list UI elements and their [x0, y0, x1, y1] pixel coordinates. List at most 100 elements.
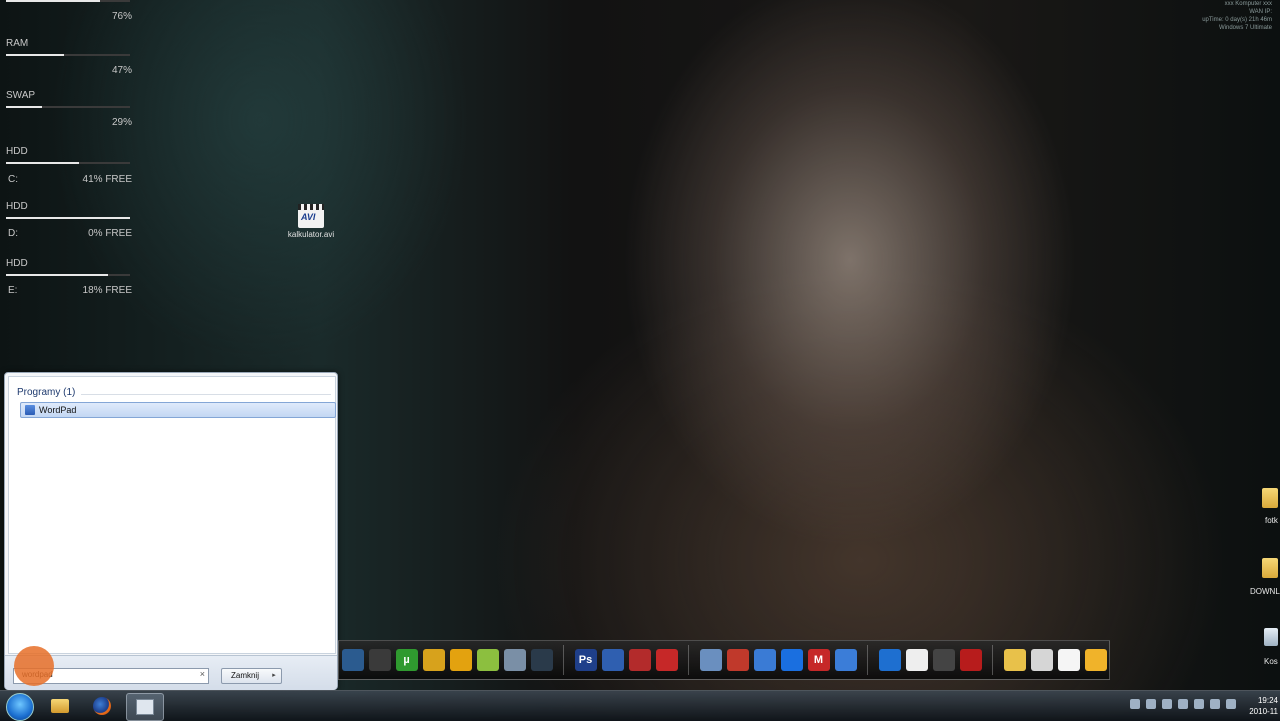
- launcher-icon[interactable]: [1084, 649, 1107, 671]
- word-icon[interactable]: [601, 649, 624, 671]
- system-tray: [1130, 699, 1236, 709]
- shutdown-button[interactable]: Zamknij: [221, 668, 269, 684]
- active-window-taskbar-button[interactable]: [126, 693, 164, 721]
- desktop-icon-label: kalkulator.avi: [287, 230, 335, 239]
- tray-app-icon[interactable]: [1178, 699, 1188, 709]
- start-menu: Programy (1) WordPad wordpad × Zamknij ▸: [4, 372, 338, 690]
- tray-display-icon[interactable]: [1210, 699, 1220, 709]
- top-usage-fill: [6, 0, 101, 2]
- hdd-c-fill: [6, 162, 80, 164]
- search-result-label: WordPad: [39, 405, 77, 415]
- network-icon[interactable]: [932, 649, 955, 671]
- hdd-d-fill: [6, 217, 130, 219]
- sysinfo-line-3: upTime: 0 day(s) 21h 46m: [1202, 17, 1272, 23]
- outlook-icon[interactable]: [628, 649, 651, 671]
- hdd-d-value: 0% FREE: [88, 228, 132, 239]
- hdd-d-drive: D:: [8, 228, 18, 239]
- swap-label: SWAP: [6, 90, 36, 101]
- tools-icon[interactable]: [699, 649, 722, 671]
- hdd-e-label: HDD: [6, 258, 28, 269]
- dock-separator: [688, 645, 689, 675]
- steam-icon[interactable]: [341, 649, 364, 671]
- cursor-highlight: [14, 646, 54, 686]
- hdd-d-bar: [6, 217, 130, 219]
- hdd-e-bar: [6, 274, 130, 276]
- video-file-icon: AVI: [298, 204, 324, 228]
- desktop-icon-fotk-label: fotk: [1265, 516, 1278, 525]
- folder-icon[interactable]: [1262, 488, 1278, 508]
- game-icon[interactable]: [530, 649, 553, 671]
- results-section-header: Programy (1): [17, 387, 76, 398]
- sysinfo-line-2: WAN IP:: [1249, 9, 1272, 15]
- clock-date: 2010-11: [1249, 707, 1278, 716]
- sysinfo-line-4: Windows 7 Ultimate: [1218, 25, 1272, 31]
- avi-badge: AVI: [301, 212, 316, 222]
- notepad-icon[interactable]: [1057, 649, 1080, 671]
- system-info-gadget: xxx Komputer xxx WAN IP: upTime: 0 day(s…: [1202, 0, 1272, 32]
- clear-search-icon[interactable]: ×: [200, 669, 205, 679]
- swap-bar: [6, 106, 130, 108]
- tray-network-icon[interactable]: [1146, 699, 1156, 709]
- recycle-bin-icon[interactable]: [1264, 628, 1278, 646]
- hdd-c-value: 41% FREE: [82, 174, 132, 185]
- hdd-d-label: HDD: [6, 201, 28, 212]
- volume-icon[interactable]: [1226, 699, 1236, 709]
- notepadpp-icon[interactable]: [476, 649, 499, 671]
- aimp-icon[interactable]: [449, 649, 472, 671]
- photoshop-icon[interactable]: Ps: [574, 649, 597, 671]
- taskbar: 19:24 2010-11: [0, 690, 1280, 721]
- hdd-e-value: 18% FREE: [82, 285, 132, 296]
- internet-icon[interactable]: [834, 649, 857, 671]
- top-usage-value: 76%: [111, 11, 132, 22]
- malwarebytes-icon[interactable]: M: [807, 649, 830, 671]
- tray-arrow-icon[interactable]: [1130, 699, 1140, 709]
- explorer-taskbar-button[interactable]: [42, 693, 78, 719]
- swap-fill: [6, 106, 42, 108]
- top-usage-bar: [6, 0, 130, 2]
- folder-icon[interactable]: [1262, 558, 1278, 578]
- hdd-c-bar: [6, 162, 130, 164]
- firefox-taskbar-button[interactable]: [84, 693, 120, 719]
- ram-fill: [6, 54, 65, 56]
- dock-separator: [992, 645, 993, 675]
- tray-app-icon[interactable]: [1162, 699, 1172, 709]
- tray-app-icon[interactable]: [1194, 699, 1204, 709]
- search-result-wordpad[interactable]: WordPad: [20, 402, 336, 418]
- hdd-c-drive: C:: [8, 174, 18, 185]
- skype-icon[interactable]: [878, 649, 901, 671]
- clock-time: 19:24: [1257, 696, 1278, 705]
- ram-value: 47%: [111, 65, 132, 76]
- start-button[interactable]: [6, 693, 34, 721]
- wordpad-icon: [25, 405, 35, 415]
- mbot-icon[interactable]: [959, 649, 982, 671]
- scissors-icon[interactable]: [655, 649, 678, 671]
- folder-icon[interactable]: [1003, 649, 1026, 671]
- search-results-pane: Programy (1) WordPad: [8, 376, 336, 654]
- shutdown-options-button[interactable]: ▸: [267, 668, 282, 684]
- explorer-icon: [51, 699, 69, 713]
- window-icon: [136, 699, 154, 715]
- football-icon[interactable]: [905, 649, 928, 671]
- hdd-c-label: HDD: [6, 146, 28, 157]
- ram-label: RAM: [6, 38, 29, 49]
- desktop-icon-kalkulator[interactable]: AVI kalkulator.avi: [282, 204, 340, 239]
- desktop-icon-downloads-label: DOWNL: [1250, 587, 1280, 596]
- dock-separator: [867, 645, 868, 675]
- hdd-e-drive: E:: [8, 285, 18, 296]
- chart-icon[interactable]: [753, 649, 776, 671]
- nero-icon[interactable]: [726, 649, 749, 671]
- swap-value: 29%: [111, 117, 132, 128]
- virtualbox-icon[interactable]: [503, 649, 526, 671]
- tool-icon[interactable]: [422, 649, 445, 671]
- utorrent-icon[interactable]: µ: [395, 649, 418, 671]
- launcher-dock: µ Ps M: [338, 640, 1110, 680]
- recycle-bin-label: Kos: [1264, 657, 1278, 666]
- taskbar-clock[interactable]: 19:24 2010-11: [1249, 695, 1278, 717]
- hdd-e-fill: [6, 274, 108, 276]
- steam-icon-2[interactable]: [368, 649, 391, 671]
- start-menu-footer: wordpad × Zamknij ▸: [5, 655, 337, 690]
- pencil-icon[interactable]: [1030, 649, 1053, 671]
- section-divider: [81, 394, 331, 395]
- sysinfo-line-1: xxx Komputer xxx: [1224, 1, 1272, 7]
- speed-icon[interactable]: [780, 649, 803, 671]
